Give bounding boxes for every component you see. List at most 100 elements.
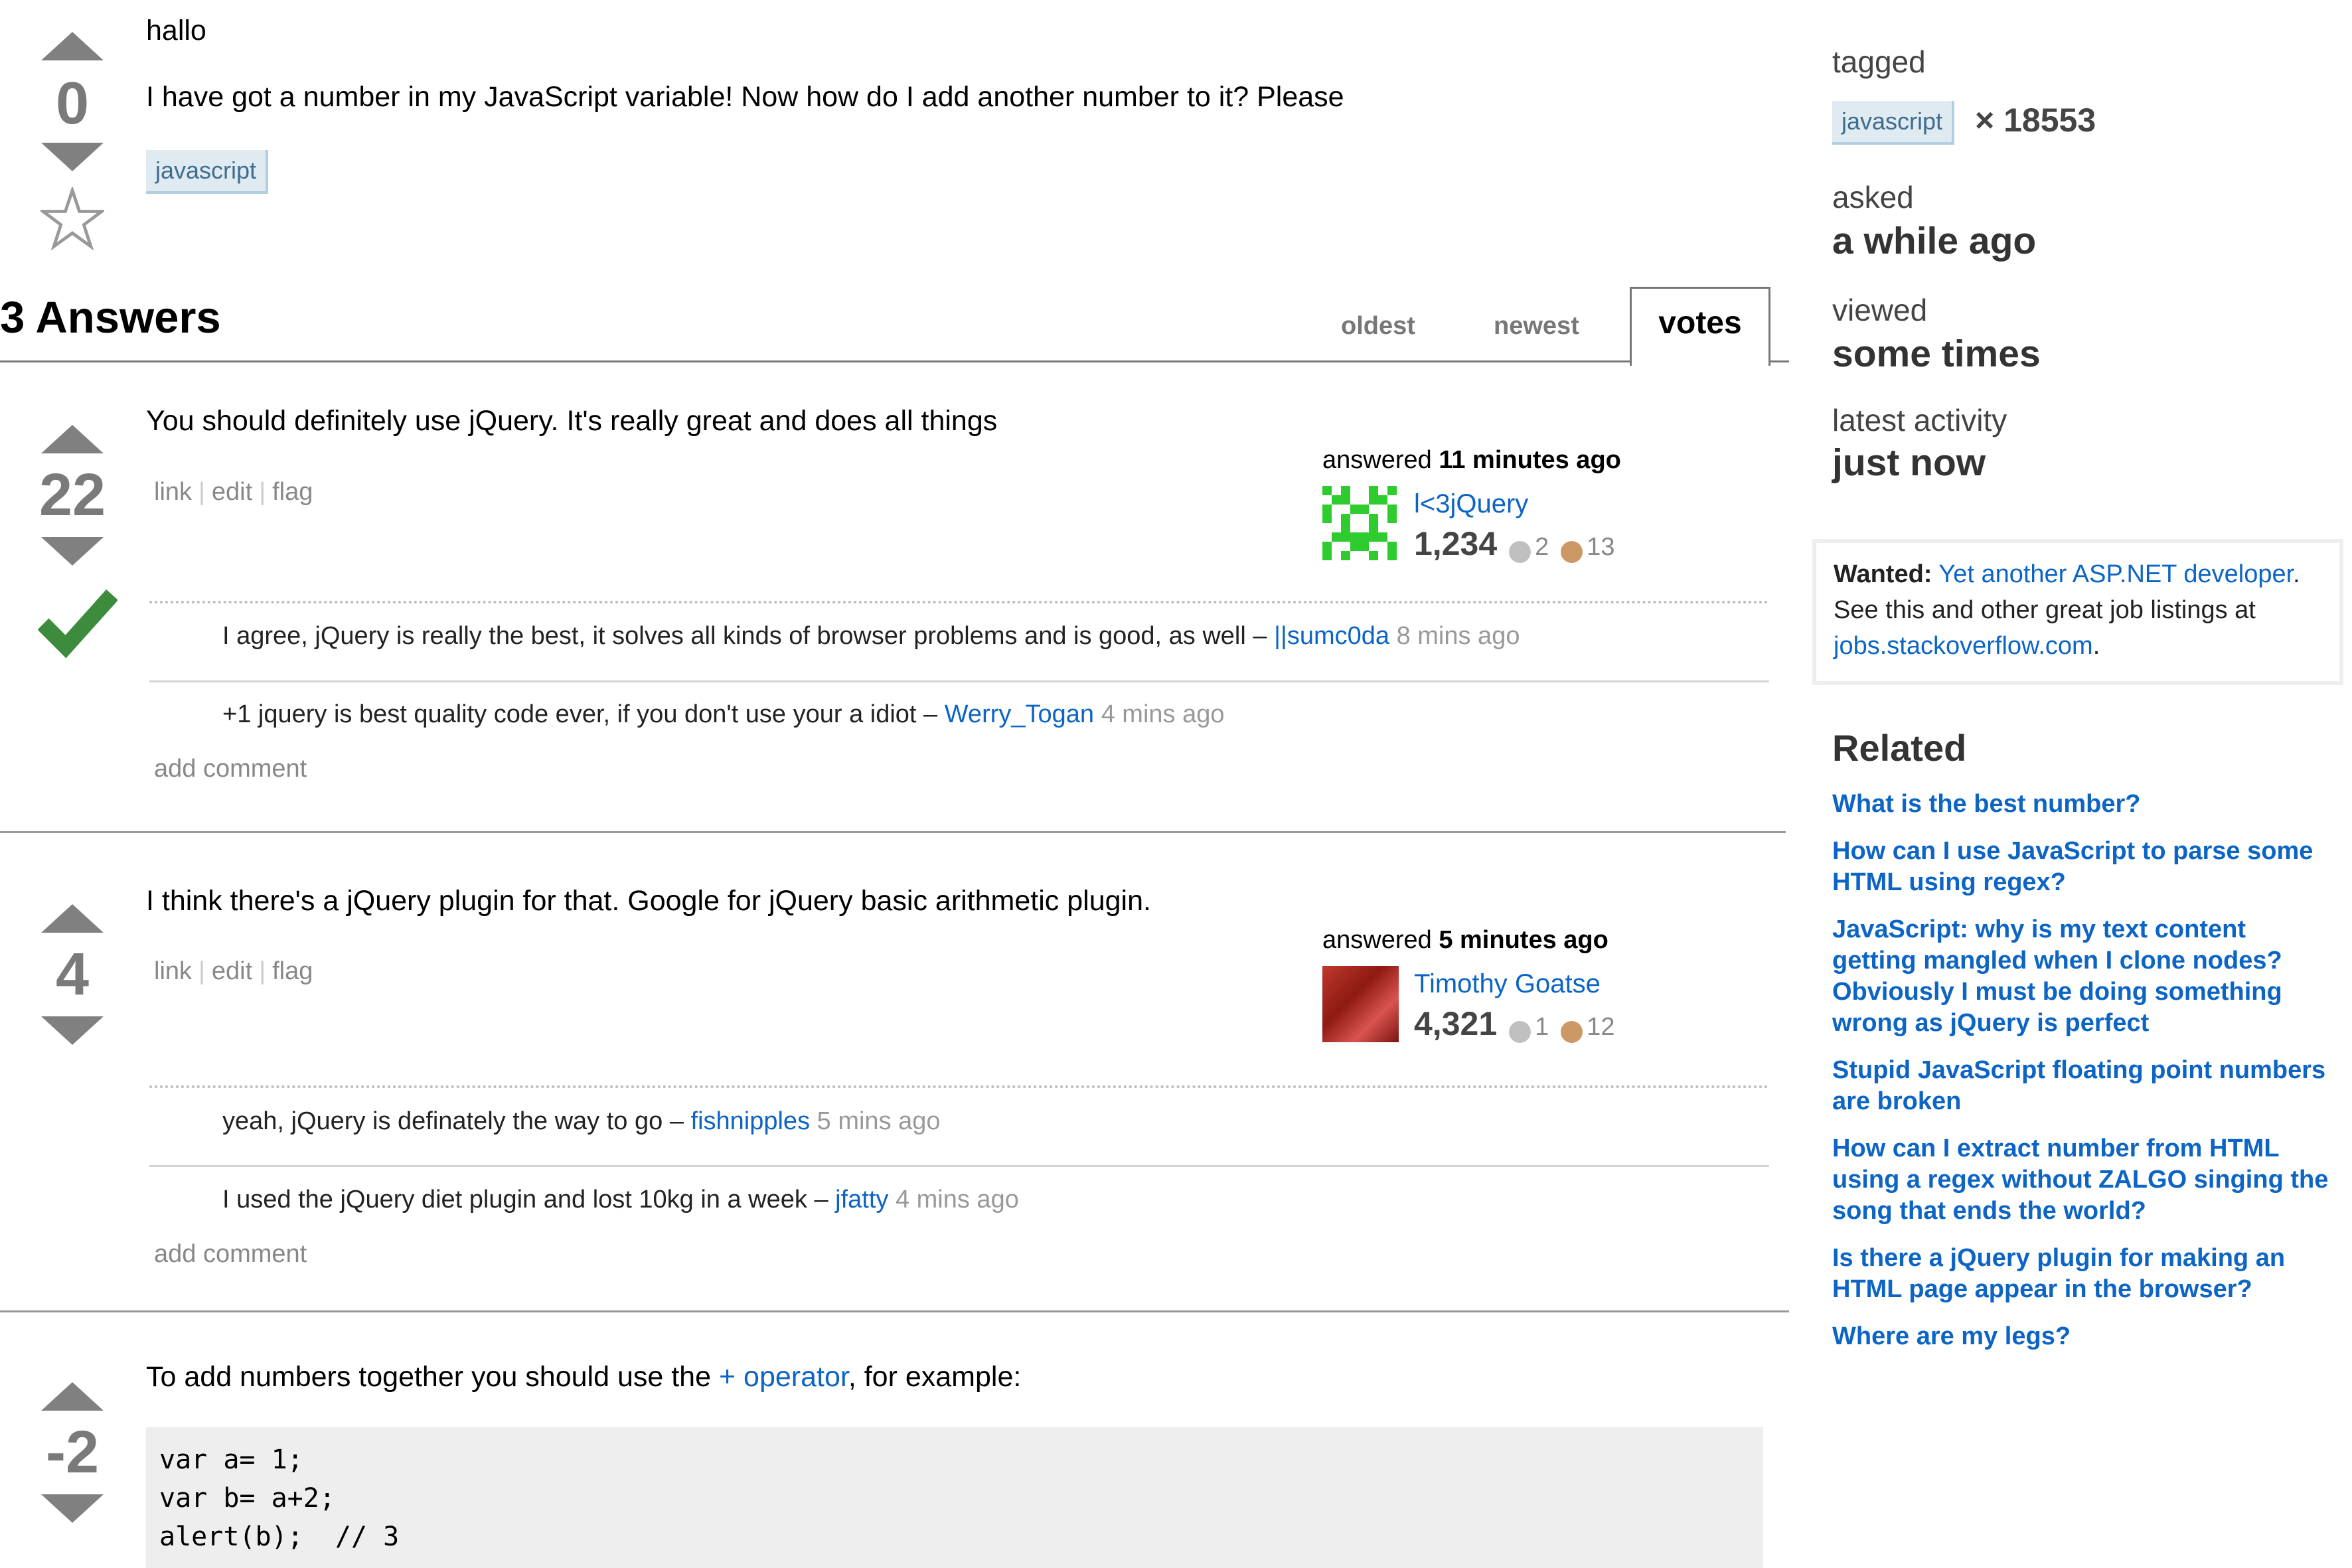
code-line: alert(b); // 3 (159, 1522, 400, 1552)
silver-badge-icon (1509, 541, 1531, 564)
user-avatar[interactable] (1322, 966, 1399, 1042)
reputation-score: 4,321 (1414, 1005, 1498, 1042)
user-reputation-row: 1,234 2 13 (1414, 524, 1615, 564)
answer-1-vote-column: 22 (38, 425, 118, 659)
answer-3-vote-column: -2 (38, 1382, 107, 1523)
comment-user[interactable]: fishnipples (691, 1107, 811, 1135)
asked-label: asked (1832, 180, 1914, 214)
job-wanted-label: Wanted: (1834, 560, 1932, 588)
comment: +1 jquery is best quality code ever, if … (222, 700, 1225, 728)
answer-2-user-card: answered 5 minutes ago Timothy Goatse 4,… (1322, 926, 1721, 1044)
comment-date: 5 mins ago (817, 1107, 941, 1135)
question-tag[interactable]: javascript (146, 150, 269, 194)
related-link[interactable]: How can I extract number from HTML using… (1832, 1133, 2337, 1227)
tab-votes[interactable]: votes (1630, 287, 1770, 366)
comments-divider (149, 601, 1769, 603)
related-link[interactable]: Stupid JavaScript floating point numbers… (1832, 1055, 2337, 1117)
answer-2-post-menu: link | edit | flag (154, 957, 313, 985)
comment-date: 8 mins ago (1396, 622, 1520, 650)
vote-down-icon[interactable] (41, 1016, 104, 1045)
answer-divider (0, 831, 1786, 833)
flag-button[interactable]: flag (272, 957, 313, 985)
jobs-site-link[interactable]: jobs.stackoverflow.com (1834, 632, 2093, 660)
operator-link[interactable]: + operator (719, 1361, 848, 1393)
tag-count: × 18553 (1975, 102, 2096, 139)
vote-up-icon[interactable] (41, 32, 104, 60)
link-button[interactable]: link (154, 478, 192, 506)
activity-value: just now (1832, 441, 1986, 484)
bronze-badge-icon (1561, 541, 1583, 564)
answered-info: answered 11 minutes ago (1322, 446, 1621, 474)
tab-votes-label: votes (1658, 305, 1742, 341)
silver-badge-count: 2 (1535, 533, 1549, 561)
bronze-badge-count: 13 (1587, 533, 1615, 561)
asked-value: a while ago (1832, 220, 2037, 262)
related-link[interactable]: Is there a jQuery plugin for making an H… (1832, 1243, 2337, 1305)
question-title: hallo (146, 15, 206, 46)
comment-date: 4 mins ago (895, 1186, 1019, 1214)
vote-down-icon[interactable] (41, 143, 104, 171)
silver-badge-count: 1 (1535, 1013, 1549, 1041)
vote-up-icon[interactable] (41, 425, 104, 453)
activity-label: latest activity (1832, 403, 2007, 437)
comments-divider (149, 1085, 1769, 1088)
vote-up-icon[interactable] (41, 904, 104, 933)
answer-1-vote-count: 22 (39, 462, 106, 528)
tab-oldest[interactable]: oldest (1341, 312, 1415, 341)
add-comment-link[interactable]: add comment (154, 755, 307, 783)
related-link[interactable]: Where are my legs? (1832, 1321, 2337, 1352)
user-name[interactable]: l<3jQuery (1414, 489, 1528, 519)
user-name[interactable]: Timothy Goatse (1414, 969, 1601, 999)
add-comment-link[interactable]: add comment (154, 1240, 307, 1269)
favorite-star-icon[interactable] (40, 187, 104, 251)
bronze-badge-count: 12 (1587, 1013, 1615, 1041)
comment-user[interactable]: Werry_Togan (945, 700, 1094, 728)
related-link[interactable]: What is the best number? (1832, 789, 2337, 820)
link-button[interactable]: link (154, 957, 192, 985)
tagged-label: tagged (1832, 44, 1926, 79)
tab-newest[interactable]: newest (1494, 312, 1579, 341)
comment-user[interactable]: ||sumc0da (1274, 622, 1389, 650)
answer-2-body: I think there's a jQuery plugin for that… (146, 885, 1151, 917)
comment-divider (149, 680, 1769, 682)
answer-divider (0, 1310, 1789, 1312)
viewed-value: some times (1832, 333, 2041, 375)
vote-down-icon[interactable] (41, 1494, 104, 1523)
bronze-badge-icon (1561, 1021, 1583, 1044)
answer-1-post-menu: link | edit | flag (154, 478, 313, 506)
answered-info: answered 5 minutes ago (1322, 926, 1608, 954)
answers-header-rule (0, 360, 1789, 362)
answer-1-user-card: answered 11 minutes ago l<3jQuery 1,234 2… (1322, 446, 1721, 564)
job-link[interactable]: Yet another ASP.NET developer (1938, 560, 2293, 588)
code-line: var a= 1; (159, 1445, 303, 1475)
vote-up-icon[interactable] (41, 1382, 104, 1411)
silver-badge-icon (1509, 1021, 1531, 1044)
accepted-checkmark-icon (38, 589, 118, 659)
question-body: I have got a number in my JavaScript var… (146, 81, 1344, 113)
answers-count-title: 3 Answers (0, 293, 221, 343)
edit-button[interactable]: edit (212, 957, 252, 985)
job-ad: Wanted: Yet another ASP.NET developer. S… (1812, 539, 2343, 685)
comment-divider (149, 1165, 1769, 1167)
related-title: Related (1832, 727, 1967, 769)
related-link[interactable]: How can I use JavaScript to parse some H… (1832, 836, 2337, 898)
answer-2-vote-column: 4 (38, 904, 107, 1045)
edit-button[interactable]: edit (212, 478, 252, 506)
comment-user[interactable]: jfatty (835, 1186, 888, 1214)
comment: I used the jQuery diet plugin and lost 1… (222, 1186, 1019, 1214)
answer-1-body: You should definitely use jQuery. It's r… (146, 405, 998, 437)
comment: I agree, jQuery is really the best, it s… (222, 622, 1520, 650)
flag-button[interactable]: flag (272, 478, 313, 506)
answer-3-vote-count: -2 (45, 1419, 100, 1486)
related-link[interactable]: JavaScript: why is my text content getti… (1832, 914, 2337, 1039)
question-vote-column: 0 (38, 32, 107, 251)
comment-date: 4 mins ago (1101, 700, 1225, 728)
vote-down-icon[interactable] (41, 537, 104, 566)
code-line: var b= a+2; (159, 1483, 335, 1514)
question-vote-count: 0 (55, 70, 90, 137)
identicon-avatar[interactable] (1322, 486, 1397, 560)
answer-3-body: To add numbers together you should use t… (146, 1361, 1022, 1393)
user-reputation-row: 4,321 1 12 (1414, 1004, 1615, 1044)
reputation-score: 1,234 (1414, 525, 1498, 562)
sidebar-tag[interactable]: javascript (1832, 101, 1955, 145)
